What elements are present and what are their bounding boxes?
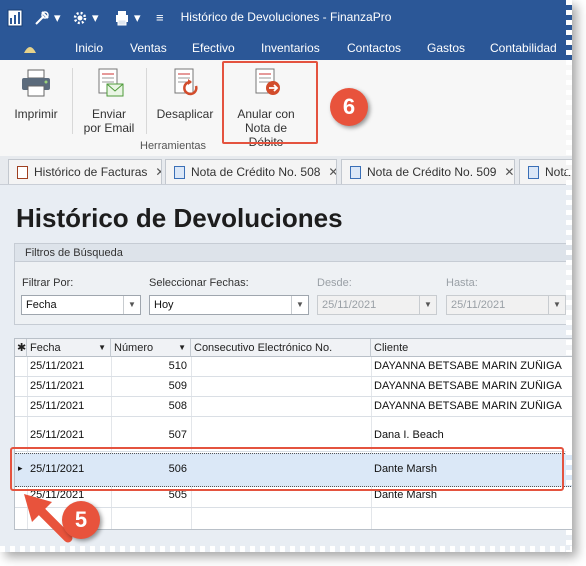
cell-fecha: 25/11/2021 [30, 400, 85, 412]
title-bar: ▾ ▾ ▾ ≡ Histórico de Devoluciones - Fina… [0, 0, 572, 36]
print-label: Imprimir [14, 107, 58, 121]
chevron-down-icon[interactable]: ▼ [419, 296, 436, 314]
from-date-value: 25/11/2021 [322, 299, 377, 311]
cell-numero: 509 [168, 380, 187, 392]
document-tabs: Histórico de Facturas ✕ Nota de Crédito N… [0, 156, 572, 185]
filter-by-label: Filtrar Por: [22, 277, 74, 289]
document-icon [174, 166, 185, 180]
close-icon[interactable]: ✕ [155, 165, 161, 179]
returns-grid: ✱ Fecha ▼ Número ▼ Consecutivo Electrónico… [14, 338, 572, 530]
chevron-down-icon[interactable]: ▼ [548, 296, 565, 314]
filter-by-select[interactable]: Fecha ▼ [21, 295, 141, 315]
unapply-label: Desaplicar [156, 107, 214, 121]
app-menu-icon[interactable] [22, 41, 38, 55]
send-label-line2: por Email [83, 121, 135, 135]
column-header-label: Cliente [374, 342, 409, 354]
cell-fecha: 25/11/2021 [30, 380, 85, 392]
document-icon [528, 166, 539, 180]
to-date-label: Hasta: [446, 277, 478, 289]
window-title: Histórico de Devoluciones - FinanzaPro [180, 10, 392, 24]
ribbon-separator [146, 68, 147, 134]
to-date-value: 25/11/2021 [451, 299, 506, 311]
menu-efectivo[interactable]: Efectivo [192, 41, 235, 55]
cell-fecha: 25/11/2021 [30, 429, 85, 441]
menu-contabilidad[interactable]: Contabilidad [490, 41, 557, 55]
print-button[interactable]: Imprimir [8, 68, 64, 121]
from-date-field[interactable]: 25/11/2021 ▼ [317, 295, 437, 315]
menu-inventarios[interactable]: Inventarios [261, 41, 320, 55]
table-row[interactable]: 25/11/2021 508 DAYANNA BETSABE MARIN ZUÑ… [15, 397, 572, 417]
tab-label: Nota de Crédito No. 508 [191, 165, 321, 179]
column-header-label: Fecha [30, 342, 61, 354]
torn-edge [566, 0, 572, 552]
annul-button-highlight [222, 61, 318, 144]
tab-label: Nota de Crédito No. 509 [367, 165, 497, 179]
app-window: ▾ ▾ ▾ ≡ Histórico de Devoluciones - Fina… [0, 0, 572, 552]
tab-nota-credito-509[interactable]: Nota de Crédito No. 509 ✕ [341, 159, 515, 184]
menu-ventas[interactable]: Ventas [130, 41, 167, 55]
ribbon: Imprimir Enviar por Email Desaplicar Anu… [0, 60, 572, 157]
column-header-label: Consecutivo Electrónico No. [194, 342, 333, 354]
step-6-badge: 6 [330, 88, 368, 126]
tab-historico-facturas[interactable]: Histórico de Facturas ✕ [8, 159, 162, 184]
page-title: Histórico de Devoluciones [16, 203, 343, 233]
cell-numero: 508 [168, 400, 187, 412]
ribbon-separator [72, 68, 73, 134]
cell-cliente: DAYANNA BETSABE MARIN ZUÑIGA [374, 380, 562, 392]
document-icon [17, 166, 28, 180]
select-dates-select[interactable]: Hoy ▼ [149, 295, 309, 315]
unapply-button[interactable]: Desaplicar [152, 68, 218, 121]
column-header-numero[interactable]: Número ▼ [111, 339, 191, 357]
tab-nota-partial[interactable]: Nota [519, 159, 572, 184]
filters-title: Filtros de Búsqueda [15, 244, 572, 262]
menu-inicio[interactable]: Inicio [75, 41, 103, 55]
ribbon-group-label: Herramientas [140, 140, 207, 152]
select-dates-value: Hoy [154, 299, 174, 311]
chevron-down-icon[interactable]: ▼ [123, 296, 140, 314]
new-row-marker: ✱ [15, 339, 27, 357]
column-header-cliente[interactable]: Cliente [371, 339, 572, 357]
search-filters-panel: Filtros de Búsqueda Filtrar Por: Fecha ▼… [14, 243, 572, 325]
menu-gastos[interactable]: Gastos [427, 41, 465, 55]
column-header-consecutivo[interactable]: Consecutivo Electrónico No. [191, 339, 371, 357]
cell-fecha: 25/11/2021 [30, 360, 85, 372]
sort-down-icon: ▼ [178, 343, 186, 352]
selected-row-highlight [10, 447, 564, 491]
cell-cliente: DAYANNA BETSABE MARIN ZUÑIGA [374, 360, 562, 372]
table-row[interactable]: 25/11/2021 510 DAYANNA BETSABE MARIN ZUÑ… [15, 357, 572, 377]
column-header-label: Número [114, 342, 154, 354]
main-content: Histórico de Devoluciones Filtros de Bús… [0, 185, 572, 552]
cell-cliente: Dana I. Beach [374, 429, 444, 441]
torn-edge [0, 546, 572, 552]
undo-document-icon [174, 68, 198, 96]
column-header-fecha[interactable]: Fecha ▼ [27, 339, 111, 357]
chevron-down-icon[interactable]: ▼ [291, 296, 308, 314]
sort-down-icon: ▼ [98, 343, 106, 352]
tab-nota-credito-508[interactable]: Nota de Crédito No. 508 ✕ [165, 159, 337, 184]
menu-bar: Inicio Ventas Efectivo Inventarios Conta… [0, 36, 572, 60]
send-email-button[interactable]: Enviar por Email [80, 68, 138, 135]
select-dates-label: Seleccionar Fechas: [149, 277, 249, 289]
send-label-line1: Enviar [91, 107, 126, 121]
printer-icon [22, 69, 50, 97]
tab-label: Histórico de Facturas [34, 165, 148, 179]
cell-numero: 510 [168, 360, 187, 372]
close-icon[interactable]: ✕ [328, 165, 336, 179]
table-row[interactable]: 25/11/2021 509 DAYANNA BETSABE MARIN ZUÑ… [15, 377, 572, 397]
close-icon[interactable]: ✕ [504, 165, 514, 179]
step-5-badge: 5 [62, 501, 100, 539]
email-document-icon [98, 68, 124, 97]
from-date-label: Desde: [317, 277, 352, 289]
cell-cliente: DAYANNA BETSABE MARIN ZUÑIGA [374, 400, 562, 412]
cell-numero: 507 [168, 429, 187, 441]
to-date-field[interactable]: 25/11/2021 ▼ [446, 295, 566, 315]
document-icon [350, 166, 361, 180]
filter-by-value: Fecha [26, 299, 57, 311]
menu-contactos[interactable]: Contactos [347, 41, 401, 55]
